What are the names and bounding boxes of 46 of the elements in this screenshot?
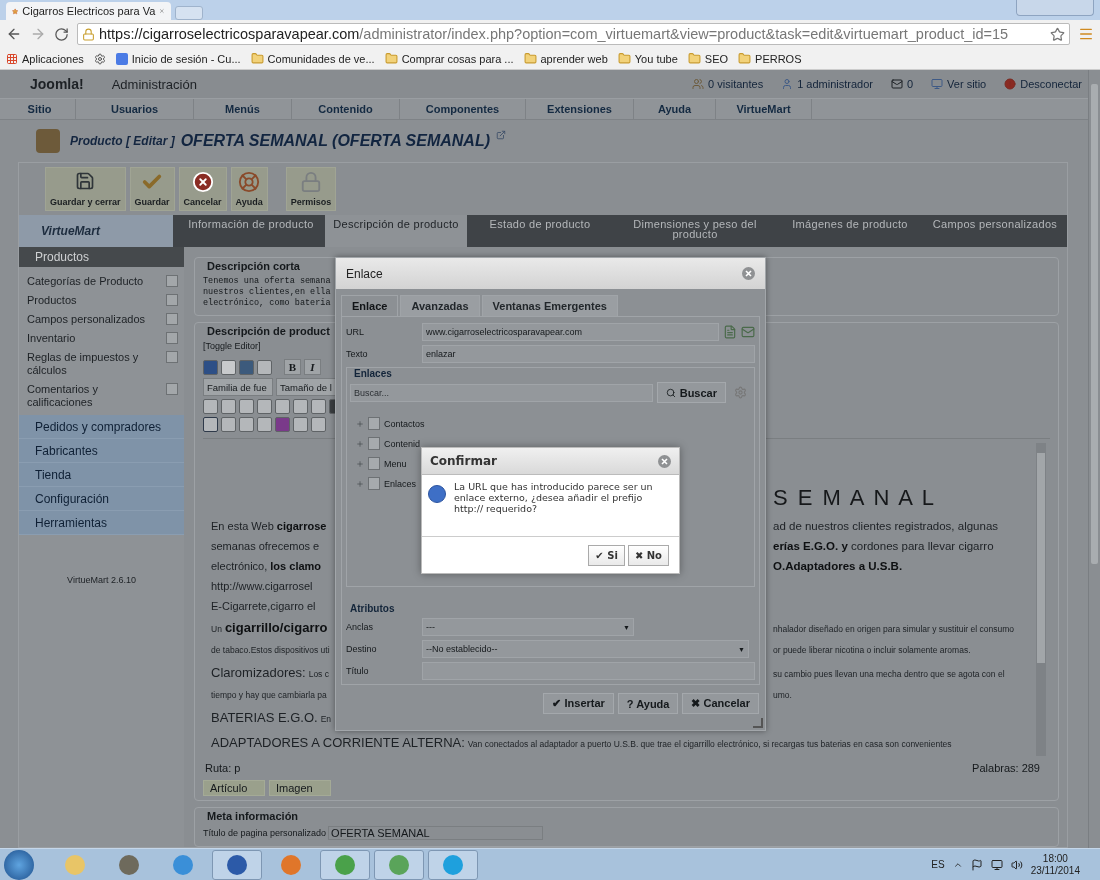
paragraph-text: Claromizadores: bbox=[211, 665, 306, 680]
paragraph-text: semanas ofrecemos e bbox=[211, 540, 320, 552]
dialog-title: Enlace bbox=[346, 266, 383, 281]
field-label: Título de pagina personalizado bbox=[203, 828, 327, 838]
short-description-text: Tenemos una oferta semana nuestros clientes,en ella electrónico, como bateria bbox=[203, 276, 331, 309]
word-count: Palabras: 289 bbox=[972, 762, 1040, 774]
paragraph-text: E-Cigarrete,cigarro el bbox=[211, 600, 316, 612]
path-text: Ruta: p bbox=[205, 762, 241, 774]
paragraph-text: tiempo y hay que cambiarla pa bbox=[211, 690, 327, 700]
field-label: Anclas bbox=[346, 622, 374, 632]
paragraph-text: ad de nuestros clientes registrados, algunas bbox=[773, 520, 999, 532]
title-prefix: Producto [ Editar ] bbox=[70, 134, 175, 148]
content-heading: S E M A N A L bbox=[773, 485, 936, 512]
confirm-message: La URL que has introducido parece ser un enlace externo, ¿desea añadir el prefijo http:// requerido? bbox=[454, 481, 654, 516]
paragraph-text: O.Adaptadores a U.S.B. bbox=[773, 560, 903, 572]
header-title: Administración bbox=[111, 76, 197, 92]
fieldset-legend: Meta información bbox=[203, 810, 303, 826]
paragraph-text: umo. bbox=[773, 690, 792, 700]
paragraph-text: Van conectados al adaptador a puerto U.S.B. que trae el cigarrillo electrónico, si recargas tus baterias en casa son convenientes bbox=[467, 739, 952, 749]
paragraph-text: ADAPTADORES A CORRIENTE ALTERNA: bbox=[211, 735, 465, 750]
paragraph-text: erías E.G.O. y cordones para llevar cigarro bbox=[773, 540, 994, 552]
paragraph-text: or puede liberar nicotina o incluir solamente aromas. bbox=[773, 645, 971, 655]
page-title: OFERTA SEMANAL (OFERTA SEMANAL) bbox=[180, 132, 490, 150]
fieldset-legend: Descripción de product bbox=[203, 325, 334, 341]
logo: Joomla! bbox=[30, 76, 84, 92]
paragraph-text: BATERIAS E.G.O. bbox=[211, 710, 318, 725]
paragraph-text: http://www.cigarrosel bbox=[211, 580, 313, 592]
section-heading: Atributos bbox=[349, 603, 396, 614]
paragraph-text: electrónico, los clamo bbox=[211, 560, 322, 572]
paragraph-text: su cambio pues llevan una mecha dentro que se agota con el bbox=[773, 669, 1005, 679]
dialog-title: Confirmar bbox=[430, 454, 497, 468]
paragraph-text: Un bbox=[211, 624, 222, 634]
version-text: VirtueMart 2.6.10 bbox=[66, 575, 137, 585]
field-label: Texto bbox=[346, 349, 369, 359]
paragraph-text: Los c bbox=[308, 669, 329, 679]
paragraph-text: cigarrillo/cigarro bbox=[224, 620, 328, 635]
fieldset-legend: Enlaces bbox=[350, 368, 396, 379]
fieldset-legend: Descripción corta bbox=[203, 260, 304, 276]
paragraph-text: En bbox=[320, 714, 332, 724]
sidebar-logo: VirtueMart bbox=[19, 215, 173, 247]
field-label: URL bbox=[346, 327, 365, 337]
field-label: Destino bbox=[346, 644, 378, 654]
paragraph-text: nhalador diseñado en origen para simular y sustituir el consumo bbox=[773, 624, 1014, 634]
paragraph-text: de tabaco.Estos dispositivos uti bbox=[211, 645, 330, 655]
field-label: Título bbox=[346, 666, 370, 676]
paragraph-text: En esta Web cigarrose bbox=[211, 520, 327, 532]
